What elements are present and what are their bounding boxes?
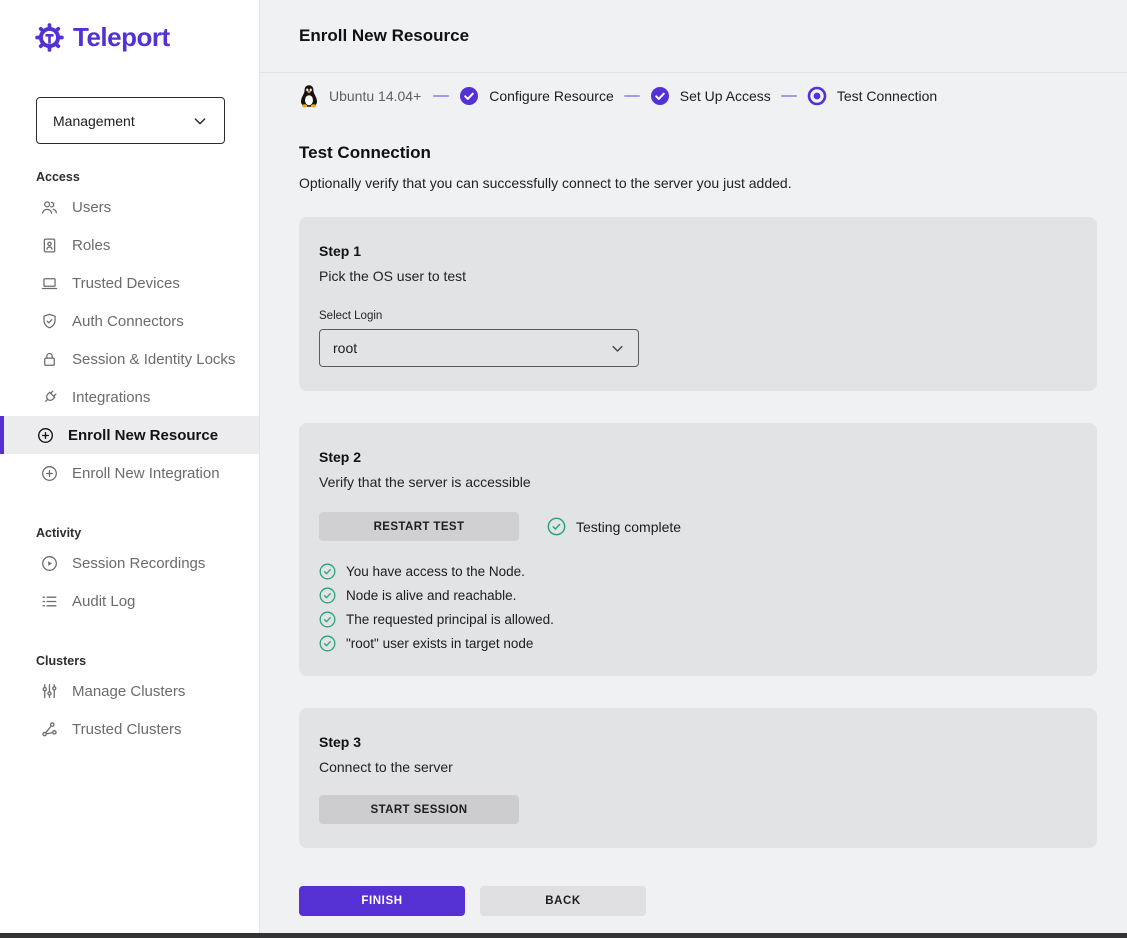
test-checklist: You have access to the Node. Node is ali… <box>319 563 1077 652</box>
page-header: Enroll New Resource <box>260 0 1127 73</box>
plus-circle-icon <box>40 464 59 483</box>
step-complete-icon <box>650 86 670 106</box>
sidebar-item-label: Roles <box>72 237 110 254</box>
teleport-gear-icon <box>34 22 65 53</box>
sidebar-item-label: Auth Connectors <box>72 313 184 330</box>
step3-title: Step 3 <box>319 734 1077 750</box>
sidebar-item-manage-clusters[interactable]: Manage Clusters <box>0 672 259 710</box>
network-icon <box>40 720 59 739</box>
check-circle-icon <box>547 517 566 536</box>
check-item-label: Node is alive and reachable. <box>346 588 516 603</box>
sidebar: Teleport Management Access Users Roles T… <box>0 0 260 938</box>
step1-description: Pick the OS user to test <box>319 268 1077 284</box>
step1-card: Step 1 Pick the OS user to test Select L… <box>299 217 1097 391</box>
stepper-divider <box>781 95 797 97</box>
login-select[interactable]: root <box>319 329 639 367</box>
login-select-value: root <box>333 340 357 356</box>
lock-icon <box>40 350 59 369</box>
step-current-icon <box>807 86 827 106</box>
sidebar-item-enroll-new-resource[interactable]: Enroll New Resource <box>0 416 259 454</box>
chevron-down-icon <box>610 341 625 356</box>
check-item: The requested principal is allowed. <box>319 611 1077 628</box>
users-icon <box>40 198 59 217</box>
step2-title: Step 2 <box>319 449 1077 465</box>
check-circle-icon <box>319 563 336 580</box>
sidebar-item-label: Integrations <box>72 389 150 406</box>
sidebar-section-access: Access <box>36 170 259 184</box>
sidebar-item-auth-connectors[interactable]: Auth Connectors <box>0 302 259 340</box>
step3-description: Connect to the server <box>319 759 1077 775</box>
sidebar-item-label: Manage Clusters <box>72 683 185 700</box>
step-complete-icon <box>459 86 479 106</box>
sidebar-item-label: Enroll New Integration <box>72 465 220 482</box>
id-card-icon <box>40 236 59 255</box>
check-circle-icon <box>319 611 336 628</box>
section-title: Test Connection <box>299 143 1097 163</box>
sidebar-item-label: Enroll New Resource <box>68 427 218 444</box>
check-item-label: "root" user exists in target node <box>346 636 533 651</box>
management-select-value: Management <box>53 113 135 129</box>
sidebar-item-trusted-clusters[interactable]: Trusted Clusters <box>0 710 259 748</box>
check-item: You have access to the Node. <box>319 563 1077 580</box>
sidebar-item-label: Trusted Devices <box>72 275 180 292</box>
chevron-down-icon <box>192 113 208 129</box>
step3-card: Step 3 Connect to the server START SESSI… <box>299 708 1097 848</box>
sidebar-item-integrations[interactable]: Integrations <box>0 378 259 416</box>
step2-description: Verify that the server is accessible <box>319 474 1077 490</box>
testing-status-label: Testing complete <box>576 519 681 535</box>
sidebar-item-label: Session & Identity Locks <box>72 351 235 368</box>
laptop-icon <box>40 274 59 293</box>
check-item: Node is alive and reachable. <box>319 587 1077 604</box>
testing-status: Testing complete <box>547 517 681 536</box>
list-icon <box>40 592 59 611</box>
sidebar-item-session-recordings[interactable]: Session Recordings <box>0 544 259 582</box>
sidebar-item-audit-log[interactable]: Audit Log <box>0 582 259 620</box>
section-subtitle: Optionally verify that you can successfu… <box>299 175 1097 191</box>
step1-title: Step 1 <box>319 243 1077 259</box>
select-login-label: Select Login <box>319 310 1077 322</box>
linux-tux-icon <box>299 84 319 108</box>
brand-name: Teleport <box>73 22 170 53</box>
check-item: "root" user exists in target node <box>319 635 1077 652</box>
stepper-divider <box>624 95 640 97</box>
sidebar-item-roles[interactable]: Roles <box>0 226 259 264</box>
restart-test-button[interactable]: RESTART TEST <box>319 512 519 541</box>
teleport-logo[interactable]: Teleport <box>34 22 259 53</box>
step2-card: Step 2 Verify that the server is accessi… <box>299 423 1097 676</box>
window-bottom-edge <box>0 933 1127 938</box>
sidebar-item-label: Trusted Clusters <box>72 721 181 738</box>
page-title: Enroll New Resource <box>299 26 469 46</box>
start-session-button[interactable]: START SESSION <box>319 795 519 824</box>
sidebar-item-label: Audit Log <box>72 593 135 610</box>
stepper-step-configure-resource: Configure Resource <box>489 88 614 104</box>
stepper-step-test-connection: Test Connection <box>837 88 937 104</box>
check-circle-icon <box>319 635 336 652</box>
check-item-label: The requested principal is allowed. <box>346 612 554 627</box>
sidebar-item-label: Users <box>72 199 111 216</box>
wizard-footer: FINISH BACK <box>299 886 1097 916</box>
check-circle-icon <box>319 587 336 604</box>
content-area: Test Connection Optionally verify that y… <box>260 119 1127 938</box>
plug-icon <box>40 388 59 407</box>
sidebar-section-activity: Activity <box>36 526 259 540</box>
sidebar-item-label: Session Recordings <box>72 555 205 572</box>
sliders-icon <box>40 682 59 701</box>
main-panel: Enroll New Resource Ubuntu 14.04+ Config… <box>260 0 1127 938</box>
check-item-label: You have access to the Node. <box>346 564 525 579</box>
wizard-stepper: Ubuntu 14.04+ Configure Resource Set Up … <box>260 73 1127 119</box>
sidebar-item-users[interactable]: Users <box>0 188 259 226</box>
plus-circle-icon <box>36 426 55 445</box>
stepper-step-set-up-access: Set Up Access <box>680 88 771 104</box>
stepper-resource-label: Ubuntu 14.04+ <box>329 88 421 104</box>
sidebar-item-trusted-devices[interactable]: Trusted Devices <box>0 264 259 302</box>
management-select[interactable]: Management <box>36 97 225 144</box>
sidebar-section-clusters: Clusters <box>36 654 259 668</box>
stepper-divider <box>433 95 449 97</box>
finish-button[interactable]: FINISH <box>299 886 465 916</box>
back-button[interactable]: BACK <box>480 886 646 916</box>
play-circle-icon <box>40 554 59 573</box>
shield-check-icon <box>40 312 59 331</box>
sidebar-item-enroll-new-integration[interactable]: Enroll New Integration <box>0 454 259 492</box>
sidebar-item-session-identity-locks[interactable]: Session & Identity Locks <box>0 340 259 378</box>
